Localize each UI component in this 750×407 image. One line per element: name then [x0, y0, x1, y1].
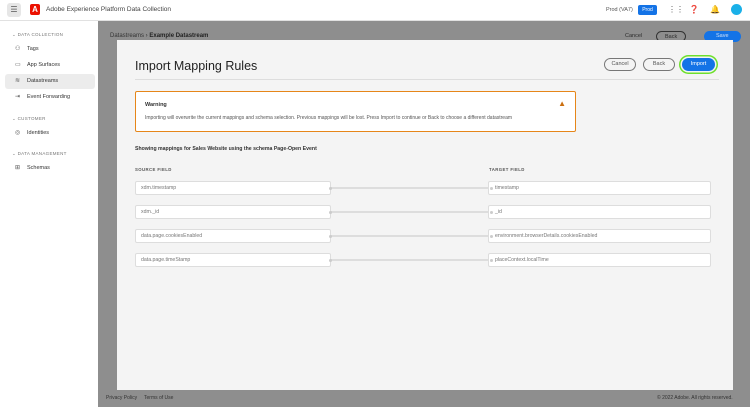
dialog-title: Import Mapping Rules	[135, 59, 258, 73]
user-avatar[interactable]	[731, 4, 742, 15]
identities-icon: ◎	[15, 130, 21, 136]
connector-dot	[329, 234, 332, 238]
top-header: ☰ A Adobe Experience Platform Data Colle…	[0, 0, 750, 21]
section-label: DATA COLLECTION	[17, 32, 64, 37]
apps-grid-icon[interactable]: ⋮⋮	[668, 5, 684, 14]
connector-dot	[490, 210, 493, 214]
hamburger-menu-button[interactable]: ☰	[7, 3, 21, 17]
terms-link[interactable]: Terms of Use	[144, 395, 173, 401]
cancel-button[interactable]: Cancel	[604, 58, 636, 71]
org-switcher[interactable]: Prod (VA7)	[606, 7, 633, 13]
target-field-input[interactable]: _id	[488, 205, 711, 219]
app-surfaces-icon: ▭	[15, 62, 21, 68]
divider	[135, 79, 719, 80]
sidebar-item-label: Schemas	[27, 165, 50, 171]
sidebar-item-app-surfaces[interactable]: ▭ App Surfaces	[5, 58, 95, 73]
connector-dot	[490, 258, 493, 262]
connector-dot	[329, 210, 332, 214]
mapping-connector	[330, 235, 489, 237]
notifications-bell-icon[interactable]: 🔔	[710, 5, 720, 14]
environment-badge[interactable]: Prod	[638, 5, 657, 15]
source-field-input[interactable]: data.page.timeStamp	[135, 253, 331, 267]
connector-dot	[329, 186, 332, 190]
target-field-input[interactable]: environment.browserDetails.cookiesEnable…	[488, 229, 711, 243]
help-icon[interactable]: ❓	[689, 5, 699, 14]
section-label: CUSTOMER	[17, 116, 46, 121]
connector-dot	[490, 234, 493, 238]
sidebar-item-datastreams[interactable]: ≋ Datastreams	[5, 74, 95, 89]
source-field-header: SOURCE FIELD	[135, 167, 172, 172]
section-label: DATA MANAGEMENT	[17, 151, 67, 156]
source-field-input[interactable]: xdm.timestamp	[135, 181, 331, 195]
target-field-input[interactable]: placeContext.localTime	[488, 253, 711, 267]
import-mapping-dialog: Import Mapping Rules Cancel Back Import …	[117, 40, 733, 390]
breadcrumb-parent[interactable]: Datastreams	[110, 33, 144, 39]
target-field-header: TARGET FIELD	[489, 167, 525, 172]
sidebar-item-label: Tags	[27, 46, 39, 52]
sidebar-item-label: Event Forwarding	[27, 94, 71, 100]
adobe-logo-icon: A	[30, 4, 40, 15]
sidebar-section-data-collection[interactable]: ⌄ DATA COLLECTION	[12, 32, 63, 38]
event-forwarding-icon: ⇥	[15, 94, 21, 100]
back-button[interactable]: Back	[643, 58, 675, 71]
sidebar-section-data-management[interactable]: ⌄ DATA MANAGEMENT	[12, 151, 67, 157]
app-title: Adobe Experience Platform Data Collectio…	[46, 6, 172, 13]
connector-dot	[329, 258, 332, 262]
warning-text: Importing will overwrite the current map…	[145, 115, 513, 121]
mapping-summary: Showing mappings for Sales Website using…	[135, 146, 317, 152]
warning-triangle-icon: ▲	[558, 99, 566, 108]
source-field-input[interactable]: data.page.cookiesEnabled	[135, 229, 331, 243]
sidebar: ⌄ DATA COLLECTION ⚇ Tags ▭ App Surfaces ≋ D…	[0, 21, 98, 407]
privacy-policy-link[interactable]: Privacy Policy	[106, 395, 137, 401]
mapping-connector	[330, 211, 489, 213]
connector-dot	[490, 186, 493, 190]
source-field-input[interactable]: xdm._id	[135, 205, 331, 219]
datastreams-icon: ≋	[15, 78, 21, 84]
sidebar-item-label: Datastreams	[27, 78, 59, 84]
warning-title: Warning	[145, 102, 167, 108]
sidebar-item-schemas[interactable]: ⊞ Schemas	[5, 161, 95, 176]
target-field-input[interactable]: timestamp	[488, 181, 711, 195]
sidebar-item-label: App Surfaces	[27, 62, 61, 68]
sidebar-section-customer[interactable]: ⌄ CUSTOMER	[12, 116, 46, 122]
breadcrumb-current: Example Datastream	[149, 33, 209, 39]
sidebar-item-event-forwarding[interactable]: ⇥ Event Forwarding	[5, 90, 95, 105]
copyright: © 2022 Adobe. All rights reserved.	[657, 395, 733, 401]
import-button[interactable]: Import	[682, 58, 715, 71]
breadcrumb: Datastreams › Example Datastream	[110, 33, 209, 39]
mapping-connector	[330, 187, 489, 189]
sidebar-item-identities[interactable]: ◎ Identities	[5, 126, 95, 141]
tags-icon: ⚇	[15, 46, 21, 52]
mapping-connector	[330, 259, 489, 261]
sidebar-item-tags[interactable]: ⚇ Tags	[5, 42, 95, 57]
schemas-icon: ⊞	[15, 165, 21, 171]
warning-banner: Warning ▲ Importing will overwrite the c…	[135, 91, 576, 132]
sidebar-item-label: Identities	[27, 130, 50, 136]
